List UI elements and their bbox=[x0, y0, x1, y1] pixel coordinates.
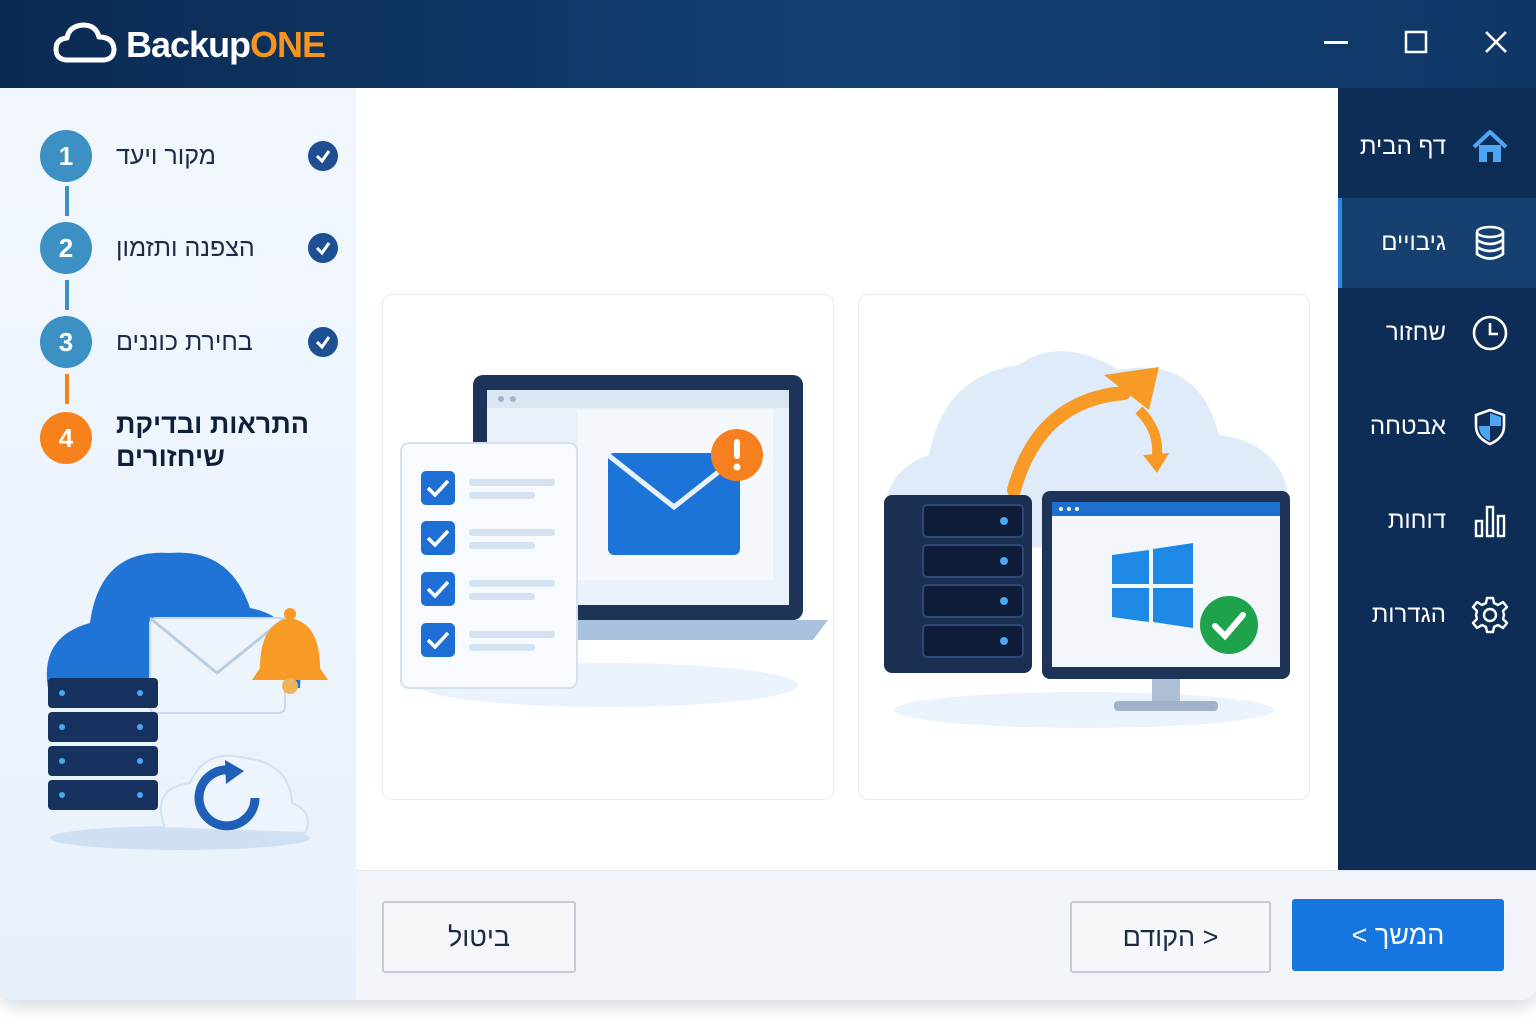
check-icon bbox=[308, 233, 338, 263]
main-navigation: דף הבית גיבויים שחזור אבטחה דוחות הגדרות bbox=[1338, 88, 1536, 870]
nav-label: שחזור bbox=[1385, 319, 1446, 346]
cancel-button[interactable]: ביטול bbox=[382, 901, 576, 973]
nav-item-restore[interactable]: שחזור bbox=[1338, 288, 1536, 378]
feature-card-restore-test[interactable] bbox=[858, 294, 1310, 800]
shield-icon bbox=[1468, 405, 1512, 449]
step-label: מקור ויעד bbox=[116, 142, 216, 170]
check-icon bbox=[308, 327, 338, 357]
nav-label: דוחות bbox=[1387, 507, 1446, 534]
feature-card-email-alerts[interactable] bbox=[382, 294, 834, 800]
nav-item-reports[interactable]: דוחות bbox=[1338, 476, 1536, 566]
step-connector bbox=[65, 374, 69, 404]
nav-label: דף הבית bbox=[1359, 133, 1446, 160]
bar-chart-icon bbox=[1468, 499, 1512, 543]
step-label: בחירת כוננים bbox=[116, 328, 253, 356]
step-label-line: התראות ובדיקת bbox=[116, 409, 309, 439]
step-connector bbox=[65, 186, 69, 216]
next-button[interactable]: המשך > bbox=[1292, 899, 1504, 971]
step-label: הצפנה ותזמון bbox=[116, 234, 255, 262]
step-number: 3 bbox=[40, 316, 92, 368]
main-content bbox=[356, 88, 1338, 870]
wizard-steps-panel: 1 מקור ויעד 2 הצפנה ותזמון 3 בחירת כונני… bbox=[0, 88, 357, 1000]
wizard-footer: ביטול < הקודם המשך > bbox=[356, 870, 1536, 1000]
title-bar: BackupONE bbox=[0, 0, 1536, 88]
nav-label: הגדרות bbox=[1371, 601, 1446, 628]
maximize-icon bbox=[1403, 29, 1429, 60]
home-icon bbox=[1468, 125, 1512, 169]
step-label-line: שיחזורים bbox=[116, 442, 225, 472]
step-label: התראות ובדיקת שיחזורים bbox=[116, 408, 309, 474]
close-button[interactable] bbox=[1474, 22, 1518, 66]
step-number: 4 bbox=[40, 412, 92, 464]
nav-item-backups[interactable]: גיבויים bbox=[1338, 198, 1536, 288]
nav-label: אבטחה bbox=[1369, 413, 1446, 440]
server-restore-windows-illustration bbox=[884, 351, 1291, 728]
step-number: 1 bbox=[40, 130, 92, 182]
wizard-step-2[interactable]: 2 הצפנה ותזמון bbox=[40, 222, 338, 274]
step-number: 2 bbox=[40, 222, 92, 274]
database-icon bbox=[1468, 221, 1512, 265]
step-connector bbox=[65, 280, 69, 310]
email-alert-checklist-illustration bbox=[400, 375, 828, 707]
clock-icon bbox=[1468, 311, 1512, 355]
wizard-step-3[interactable]: 3 בחירת כוננים bbox=[40, 316, 338, 368]
app-logo: BackupONE bbox=[52, 18, 326, 71]
app-window: BackupONE 1 מקור ויעד 2 הצפנה ותזמון 3 ב… bbox=[0, 0, 1536, 1000]
nav-item-security[interactable]: אבטחה bbox=[1338, 382, 1536, 472]
nav-item-settings[interactable]: הגדרות bbox=[1338, 570, 1536, 660]
maximize-button[interactable] bbox=[1394, 22, 1438, 66]
wizard-step-1[interactable]: 1 מקור ויעד bbox=[40, 130, 338, 182]
minimize-button[interactable] bbox=[1314, 22, 1358, 66]
previous-button[interactable]: < הקודם bbox=[1070, 901, 1271, 973]
nav-label: גיבויים bbox=[1381, 229, 1446, 256]
cloud-logo-icon bbox=[52, 18, 118, 71]
wizard-step-4[interactable]: 4 התראות ובדיקת שיחזורים bbox=[40, 409, 309, 472]
check-icon bbox=[308, 141, 338, 171]
gear-icon bbox=[1468, 593, 1512, 637]
close-icon bbox=[1483, 29, 1509, 60]
nav-item-home[interactable]: דף הבית bbox=[1338, 102, 1536, 192]
app-name: BackupONE bbox=[126, 23, 326, 65]
minimize-icon bbox=[1323, 29, 1349, 60]
cloud-backup-illustration bbox=[30, 528, 330, 863]
